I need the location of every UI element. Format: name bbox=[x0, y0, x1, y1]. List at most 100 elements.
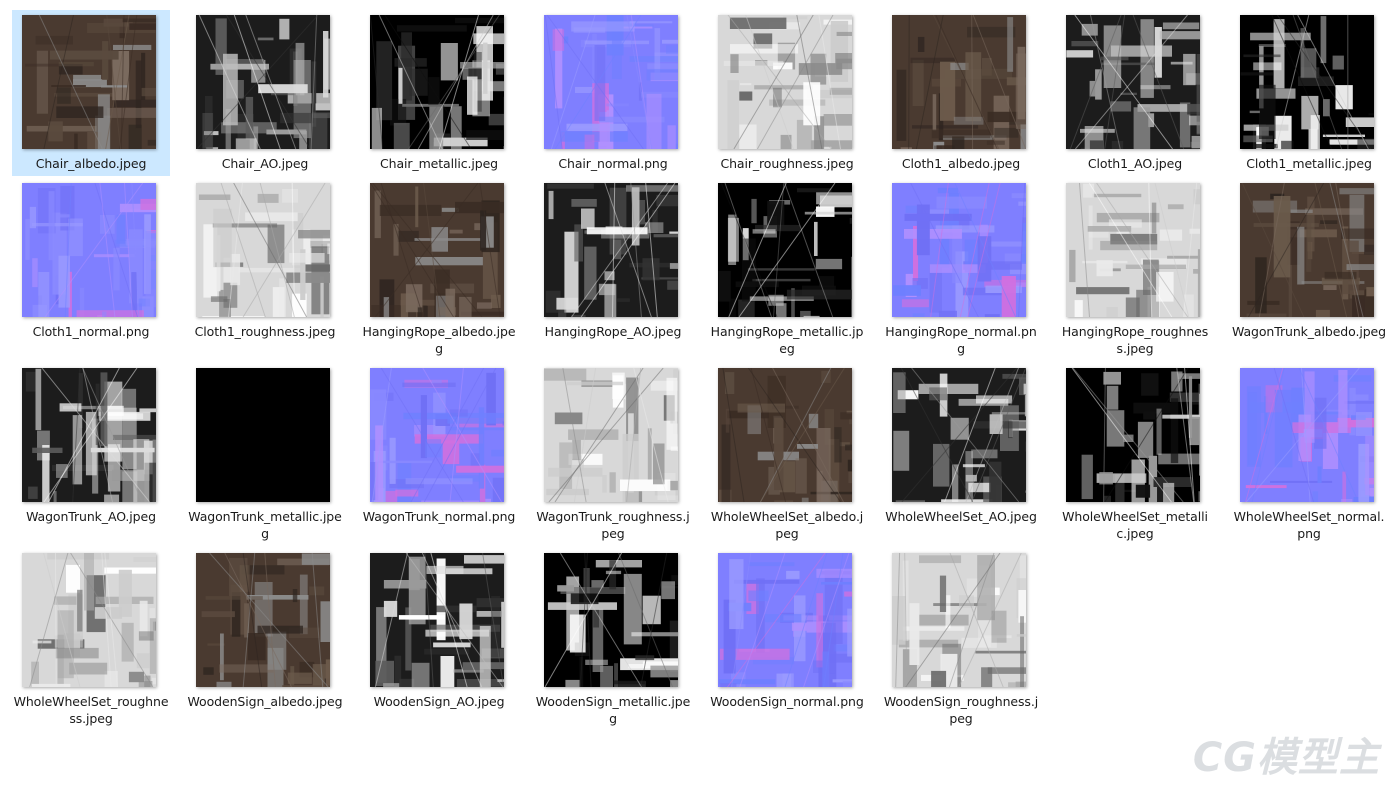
file-name: WagonTrunk_metallic.jpeg bbox=[188, 509, 342, 541]
file-item[interactable]: WoodenSign_roughness.jpeg bbox=[882, 548, 1040, 732]
file-name: HangingRope_albedo.jpeg bbox=[362, 324, 516, 356]
file-item[interactable]: Chair_albedo.jpeg bbox=[12, 10, 170, 176]
texture-preview bbox=[544, 553, 678, 687]
file-thumbnail[interactable] bbox=[22, 368, 156, 502]
file-thumbnail[interactable] bbox=[1240, 183, 1374, 317]
file-thumbnail[interactable] bbox=[718, 183, 852, 317]
file-name: HangingRope_normal.png bbox=[885, 324, 1037, 356]
texture-preview bbox=[22, 183, 156, 317]
file-name: WholeWheelSet_metallic.jpeg bbox=[1062, 509, 1208, 541]
file-item[interactable]: HangingRope_roughness.jpeg bbox=[1056, 178, 1214, 362]
texture-preview bbox=[1066, 183, 1200, 317]
file-item[interactable]: Chair_metallic.jpeg bbox=[360, 10, 518, 194]
texture-preview bbox=[718, 15, 852, 149]
file-name: WoodenSign_metallic.jpeg bbox=[535, 694, 691, 726]
file-name: WoodenSign_albedo.jpeg bbox=[187, 694, 343, 709]
texture-preview bbox=[1066, 368, 1200, 502]
file-name: WholeWheelSet_albedo.jpeg bbox=[710, 509, 864, 541]
file-name: WoodenSign_roughness.jpeg bbox=[883, 694, 1039, 726]
file-thumbnail[interactable] bbox=[196, 553, 330, 687]
texture-preview bbox=[22, 553, 156, 687]
file-item[interactable]: WholeWheelSet_AO.jpeg bbox=[882, 363, 1040, 547]
file-thumbnail[interactable] bbox=[22, 553, 156, 687]
file-thumbnail[interactable] bbox=[196, 368, 330, 502]
file-thumbnail[interactable] bbox=[1240, 368, 1374, 502]
file-item[interactable]: HangingRope_AO.jpeg bbox=[534, 178, 692, 362]
file-thumbnail[interactable] bbox=[370, 15, 504, 149]
file-name: Cloth1_metallic.jpeg bbox=[1246, 156, 1372, 171]
file-thumbnail[interactable] bbox=[718, 15, 852, 149]
file-thumbnail[interactable] bbox=[22, 15, 156, 149]
file-item[interactable]: WagonTrunk_roughness.jpeg bbox=[534, 363, 692, 547]
file-item[interactable]: WoodenSign_AO.jpeg bbox=[360, 548, 518, 732]
file-thumbnail[interactable] bbox=[892, 183, 1026, 317]
texture-preview bbox=[196, 368, 330, 502]
file-item[interactable]: Cloth1_normal.png bbox=[12, 178, 170, 362]
file-thumbnail[interactable] bbox=[196, 183, 330, 317]
file-grid: Chair_albedo.jpeg Chair_AO.jpeg Chair_meta… bbox=[0, 0, 1388, 789]
texture-preview bbox=[544, 15, 678, 149]
file-thumbnail[interactable] bbox=[370, 368, 504, 502]
file-thumbnail[interactable] bbox=[1066, 183, 1200, 317]
file-thumbnail[interactable] bbox=[892, 553, 1026, 687]
texture-preview bbox=[892, 15, 1026, 149]
file-item[interactable]: Chair_normal.png bbox=[534, 10, 692, 194]
file-thumbnail[interactable] bbox=[718, 368, 852, 502]
file-thumbnail[interactable] bbox=[544, 553, 678, 687]
file-thumbnail[interactable] bbox=[544, 183, 678, 317]
file-thumbnail[interactable] bbox=[1066, 368, 1200, 502]
file-item[interactable]: Cloth1_albedo.jpeg bbox=[882, 10, 1040, 194]
file-name: Cloth1_AO.jpeg bbox=[1087, 156, 1183, 171]
file-name: WagonTrunk_AO.jpeg bbox=[26, 509, 156, 524]
file-name: Chair_albedo.jpeg bbox=[35, 156, 147, 171]
file-item[interactable]: WoodenSign_metallic.jpeg bbox=[534, 548, 692, 732]
file-thumbnail[interactable] bbox=[1240, 15, 1374, 149]
file-thumbnail[interactable] bbox=[544, 368, 678, 502]
file-name: WagonTrunk_roughness.jpeg bbox=[536, 509, 690, 541]
file-thumbnail[interactable] bbox=[1066, 15, 1200, 149]
file-item[interactable]: HangingRope_albedo.jpeg bbox=[360, 178, 518, 362]
file-item[interactable]: WholeWheelSet_roughness.jpeg bbox=[12, 548, 170, 732]
file-name: WagonTrunk_albedo.jpeg bbox=[1232, 324, 1386, 339]
file-item[interactable]: WagonTrunk_albedo.jpeg bbox=[1230, 178, 1388, 362]
texture-preview bbox=[196, 553, 330, 687]
texture-preview bbox=[370, 15, 504, 149]
texture-preview bbox=[370, 368, 504, 502]
file-thumbnail[interactable] bbox=[718, 553, 852, 687]
texture-preview bbox=[718, 368, 852, 502]
file-item[interactable]: WholeWheelSet_albedo.jpeg bbox=[708, 363, 866, 547]
texture-preview bbox=[22, 15, 156, 149]
file-item[interactable]: WoodenSign_albedo.jpeg bbox=[186, 548, 344, 732]
texture-preview bbox=[370, 183, 504, 317]
file-thumbnail[interactable] bbox=[370, 183, 504, 317]
file-name: Cloth1_normal.png bbox=[32, 324, 150, 339]
file-thumbnail[interactable] bbox=[892, 368, 1026, 502]
texture-preview bbox=[892, 183, 1026, 317]
file-item[interactable]: Cloth1_metallic.jpeg bbox=[1230, 10, 1388, 194]
file-item[interactable]: WagonTrunk_metallic.jpeg bbox=[186, 363, 344, 547]
file-item[interactable]: WoodenSign_normal.png bbox=[708, 548, 866, 732]
file-item[interactable]: WholeWheelSet_metallic.jpeg bbox=[1056, 363, 1214, 547]
texture-preview bbox=[892, 553, 1026, 687]
file-thumbnail[interactable] bbox=[196, 15, 330, 149]
file-thumbnail[interactable] bbox=[892, 15, 1026, 149]
file-item[interactable]: Cloth1_roughness.jpeg bbox=[186, 178, 344, 362]
file-item[interactable]: WagonTrunk_AO.jpeg bbox=[12, 363, 170, 547]
file-thumbnail[interactable] bbox=[544, 15, 678, 149]
file-thumbnail[interactable] bbox=[370, 553, 504, 687]
texture-preview bbox=[1240, 368, 1374, 502]
texture-preview bbox=[22, 368, 156, 502]
file-item[interactable]: HangingRope_normal.png bbox=[882, 178, 1040, 362]
file-name: WholeWheelSet_AO.jpeg bbox=[885, 509, 1037, 524]
file-item[interactable]: WagonTrunk_normal.png bbox=[360, 363, 518, 547]
file-item[interactable]: Chair_AO.jpeg bbox=[186, 10, 344, 194]
file-item[interactable]: Chair_roughness.jpeg bbox=[708, 10, 866, 194]
file-name: Chair_metallic.jpeg bbox=[380, 156, 498, 171]
file-item[interactable]: HangingRope_metallic.jpeg bbox=[708, 178, 866, 362]
texture-preview bbox=[544, 183, 678, 317]
file-name: Chair_AO.jpeg bbox=[221, 156, 309, 171]
file-item[interactable]: Cloth1_AO.jpeg bbox=[1056, 10, 1214, 194]
file-item[interactable]: WholeWheelSet_normal.png bbox=[1230, 363, 1388, 547]
file-thumbnail[interactable] bbox=[22, 183, 156, 317]
file-name: HangingRope_AO.jpeg bbox=[544, 324, 682, 339]
